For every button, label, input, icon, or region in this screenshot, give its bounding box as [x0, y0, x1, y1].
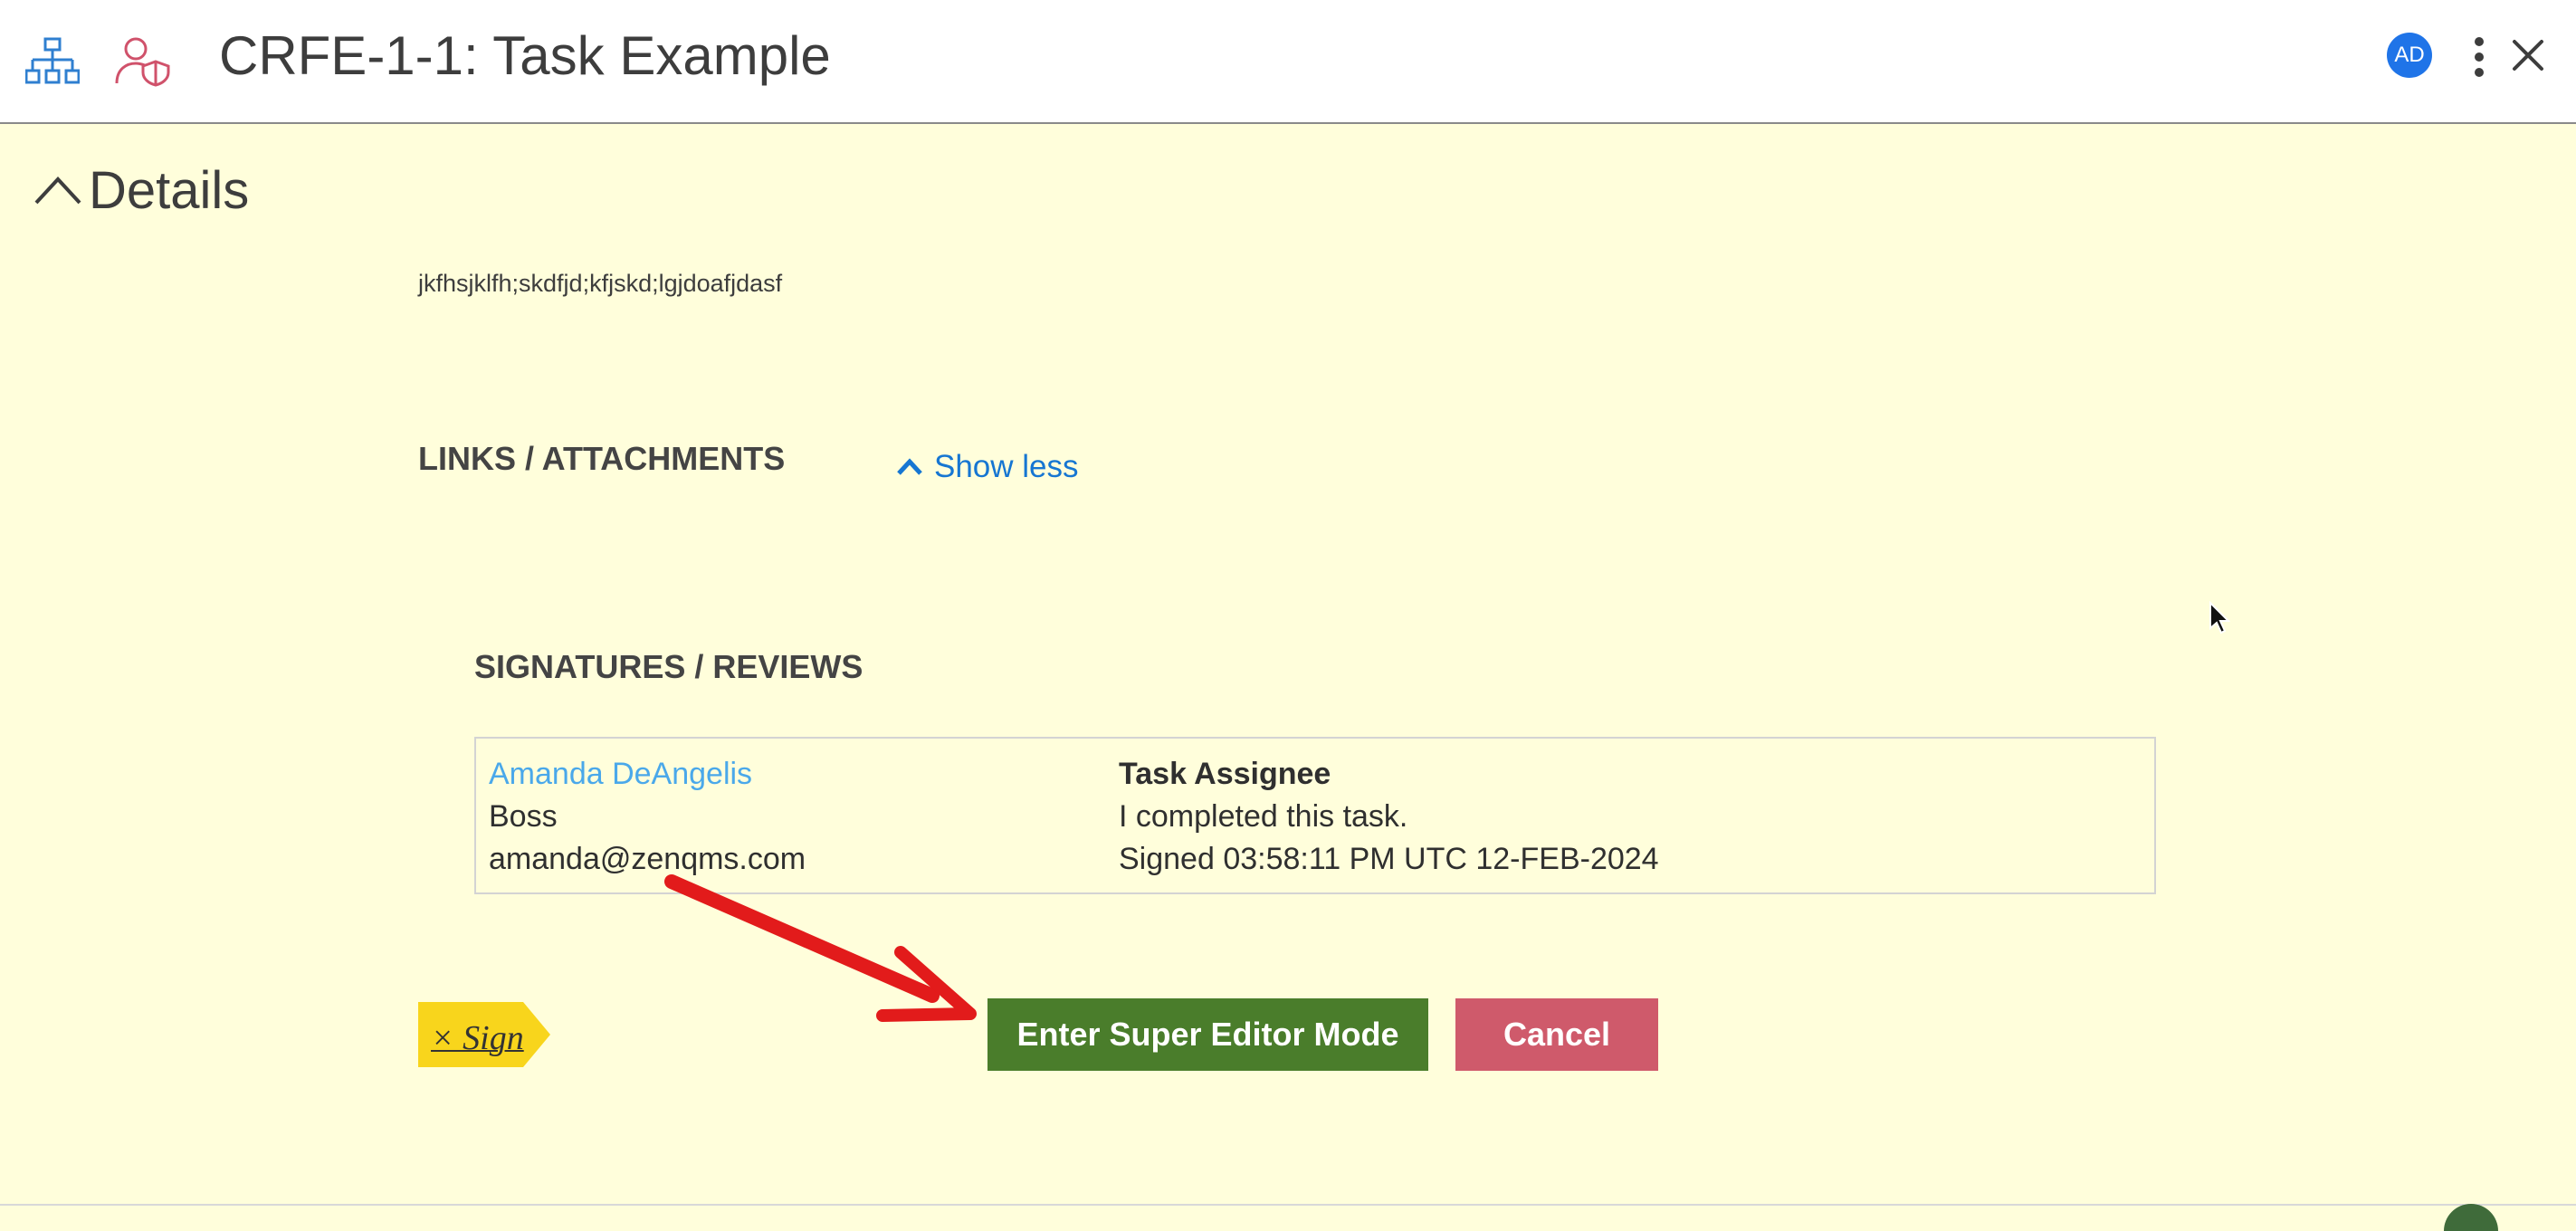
hierarchy-icon[interactable]	[25, 36, 80, 87]
mouse-cursor-icon	[2209, 601, 2230, 635]
signature-details: Task Assignee I completed this task. Sig…	[1119, 753, 1659, 881]
kebab-menu-icon[interactable]	[2467, 34, 2491, 80]
user-shield-icon[interactable]	[114, 36, 170, 87]
details-label: Details	[89, 160, 250, 220]
signature-entry: Amanda DeAngelis Boss amanda@zenqms.com …	[474, 737, 2156, 894]
show-less-label: Show less	[934, 449, 1079, 484]
show-less-link[interactable]: Show less	[896, 449, 1079, 485]
page-title: CRFE-1-1: Task Example	[219, 25, 831, 86]
enter-super-editor-button[interactable]: Enter Super Editor Mode	[987, 998, 1428, 1071]
task-description: jkfhsjklfh;skdfjd;kfjskd;lgjdoafjdasf	[418, 270, 783, 297]
close-icon[interactable]	[2511, 38, 2545, 72]
signature-timestamp: Signed 03:58:11 PM UTC 12-FEB-2024	[1119, 842, 1659, 876]
xsign-tag-button[interactable]: × Sign	[418, 1002, 550, 1067]
xsign-label: × Sign	[431, 1019, 524, 1057]
signer-info: Amanda DeAngelis Boss amanda@zenqms.com	[489, 753, 806, 881]
signature-comment: I completed this task.	[1119, 799, 1408, 834]
top-header: CRFE-1-1: Task Example AD	[0, 0, 2576, 124]
chevron-up-icon	[34, 177, 81, 205]
signer-name-link[interactable]: Amanda DeAngelis	[489, 753, 806, 796]
signer-role: Task Assignee	[1119, 757, 1331, 791]
floating-action-button-edge[interactable]	[2444, 1204, 2498, 1231]
cancel-button[interactable]: Cancel	[1455, 998, 1658, 1071]
chevron-up-icon	[897, 458, 922, 475]
bottom-divider	[0, 1204, 2576, 1206]
signatures-reviews-heading: SIGNATURES / REVIEWS	[474, 648, 863, 685]
signer-title: Boss	[489, 799, 558, 834]
details-toggle[interactable]: Details	[33, 156, 249, 224]
links-attachments-heading: LINKS / ATTACHMENTS	[418, 440, 786, 477]
user-avatar[interactable]: AD	[2387, 33, 2432, 78]
signer-email: amanda@zenqms.com	[489, 842, 806, 876]
